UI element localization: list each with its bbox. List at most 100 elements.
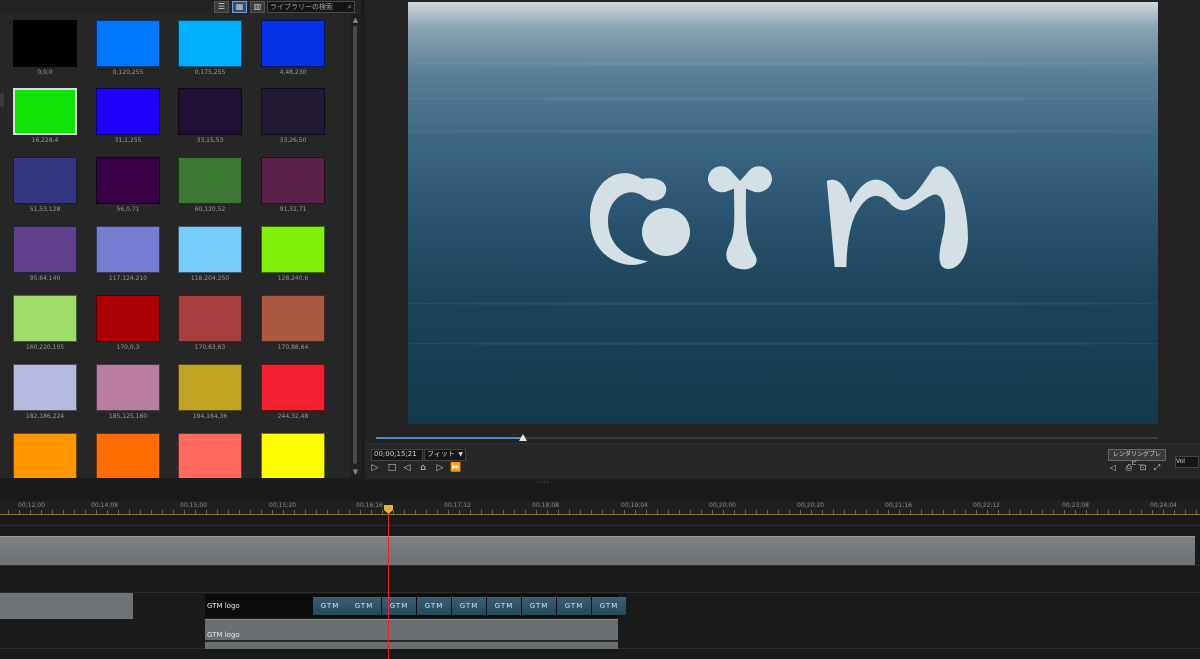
- ruler-time-label: 00;16;16: [356, 502, 383, 509]
- video-clip-label: GTM logo: [207, 602, 240, 610]
- stop-icon[interactable]: □: [386, 463, 398, 473]
- color-swatch[interactable]: [178, 20, 242, 67]
- track-3-clip[interactable]: [0, 593, 133, 619]
- swatch-label: 128,240,6: [277, 275, 309, 282]
- swatch-label: 60,120,52: [194, 206, 226, 213]
- swatch-label: 0,175,255: [194, 69, 226, 76]
- gtm-logo: [590, 166, 968, 270]
- color-swatch[interactable]: [261, 88, 325, 135]
- volume-select[interactable]: Vol: [1175, 456, 1199, 468]
- swatch-label: 118,204,250: [190, 275, 230, 282]
- color-swatch[interactable]: [261, 20, 325, 67]
- color-swatch[interactable]: [13, 20, 77, 67]
- ruler-time-label: 00;14;08: [91, 502, 118, 509]
- color-swatch[interactable]: [96, 295, 160, 342]
- list-view-button[interactable]: ☰: [214, 1, 229, 13]
- scroll-down-icon[interactable]: ▼: [351, 468, 360, 477]
- details-view-button[interactable]: ▥: [250, 1, 265, 13]
- track-separator: [0, 525, 1200, 526]
- color-swatch[interactable]: [13, 226, 77, 273]
- ruler-time-label: 00;18;08: [532, 502, 559, 509]
- media-library-panel: ☰ ▦ ▥ ライブラリーの検索 ⌕ 0,0,0 0,120,255 0,175,25…: [0, 0, 361, 478]
- audio-clip-label: GTM logo: [207, 631, 240, 639]
- volume-icon[interactable]: ◁: [1108, 463, 1118, 473]
- swatch-label: 33,15,53: [196, 137, 224, 144]
- color-swatch[interactable]: [261, 433, 325, 478]
- clip-thumbnail: GTM: [417, 597, 451, 615]
- color-swatch[interactable]: [96, 433, 160, 478]
- seek-handle[interactable]: [519, 434, 527, 441]
- ruler-time-label: 00;20;00: [709, 502, 736, 509]
- ruler-time-label: 00;12;00: [18, 502, 45, 509]
- display-mode-icon[interactable]: ⊡: [1138, 463, 1148, 473]
- fast-forward-icon[interactable]: ⏩: [450, 463, 462, 473]
- color-swatch[interactable]: [178, 88, 242, 135]
- color-swatch-grid: 0,0,0 0,120,255 0,175,255 4,48,230 16,228,4 3…: [0, 14, 350, 478]
- color-swatch[interactable]: [13, 157, 77, 204]
- ruler-time-label: 00;22;12: [973, 502, 1000, 509]
- swatch-label: 33,26,50: [279, 137, 307, 144]
- color-swatch[interactable]: [13, 295, 77, 342]
- clip-thumbnail: GTM: [592, 597, 626, 615]
- swatch-label: 4,48,230: [279, 69, 307, 76]
- library-scrollbar[interactable]: ▲ ▼: [350, 14, 361, 478]
- color-swatch[interactable]: [178, 226, 242, 273]
- next-frame-icon[interactable]: ▷: [434, 463, 446, 473]
- color-swatch[interactable]: [96, 88, 160, 135]
- fullscreen-icon[interactable]: ⤢: [1152, 463, 1162, 473]
- clip-thumbnail: GTM: [557, 597, 591, 615]
- color-swatch[interactable]: [261, 295, 325, 342]
- clip-thumbnail: GTM: [487, 597, 521, 615]
- gtm-audio-clip[interactable]: [205, 619, 618, 649]
- color-swatch[interactable]: [178, 295, 242, 342]
- library-toolbar: ☰ ▦ ▥ ライブラリーの検索 ⌕: [0, 0, 361, 14]
- snapshot-icon[interactable]: ⌂: [417, 463, 429, 473]
- swatch-label: 170,88,64: [277, 344, 309, 351]
- color-swatch[interactable]: [13, 433, 77, 478]
- ruler-time-label: 00;21;16: [885, 502, 912, 509]
- color-swatch[interactable]: [178, 157, 242, 204]
- audio-waveform: [205, 640, 618, 642]
- library-search-placeholder: ライブラリーの検索: [270, 3, 333, 11]
- playhead-line[interactable]: [388, 509, 389, 659]
- snapshot-camera-icon[interactable]: ⎙: [1124, 463, 1134, 473]
- preview-quality-select[interactable]: フィット ▼: [424, 449, 466, 461]
- play-icon[interactable]: ▷: [369, 463, 381, 473]
- grid-view-button[interactable]: ▦: [232, 1, 247, 13]
- color-swatch[interactable]: [96, 20, 160, 67]
- color-swatch[interactable]: [178, 433, 242, 478]
- color-swatch[interactable]: [96, 157, 160, 204]
- ruler-time-label: 00;19;04: [621, 502, 648, 509]
- track-separator: [0, 565, 1200, 566]
- clip-thumbnail: GTM: [452, 597, 486, 615]
- track-separator: [0, 592, 1200, 593]
- color-swatch[interactable]: [13, 364, 77, 411]
- clip-thumbnail: GTM: [347, 597, 381, 615]
- color-swatch[interactable]: [261, 226, 325, 273]
- color-swatch[interactable]: [178, 364, 242, 411]
- color-swatch[interactable]: [261, 364, 325, 411]
- ruler-time-label: 00;17;12: [444, 502, 471, 509]
- library-search-input[interactable]: ライブラリーの検索 ⌕: [267, 1, 355, 13]
- color-swatch[interactable]: [96, 364, 160, 411]
- swatch-label: 244,32,48: [277, 413, 309, 420]
- seek-bar-progress: [376, 437, 523, 439]
- previous-frame-icon[interactable]: ◁: [401, 463, 413, 473]
- ruler-time-label: 00;15;20: [269, 502, 296, 509]
- video-preview: [408, 2, 1158, 424]
- track-1-clip[interactable]: [0, 536, 1195, 565]
- ruler-time-label: 00;24;04: [1150, 502, 1177, 509]
- search-icon[interactable]: ⌕: [348, 2, 352, 12]
- ruler-time-label: 00;20;20: [797, 502, 824, 509]
- color-swatch[interactable]: [13, 88, 77, 135]
- scroll-up-icon[interactable]: ▲: [351, 16, 360, 25]
- playback-control-bar: [365, 443, 1200, 479]
- timecode-display[interactable]: 00;00;15;21: [371, 449, 423, 461]
- color-swatch[interactable]: [261, 157, 325, 204]
- clip-thumbnail: GTM: [522, 597, 556, 615]
- ruler-baseline: [0, 514, 1200, 515]
- library-scrollbar-thumb[interactable]: [353, 26, 357, 464]
- render-preview-button[interactable]: レンダリングプレビ...: [1108, 449, 1166, 467]
- swatch-label: 194,164,36: [192, 413, 228, 420]
- color-swatch[interactable]: [96, 226, 160, 273]
